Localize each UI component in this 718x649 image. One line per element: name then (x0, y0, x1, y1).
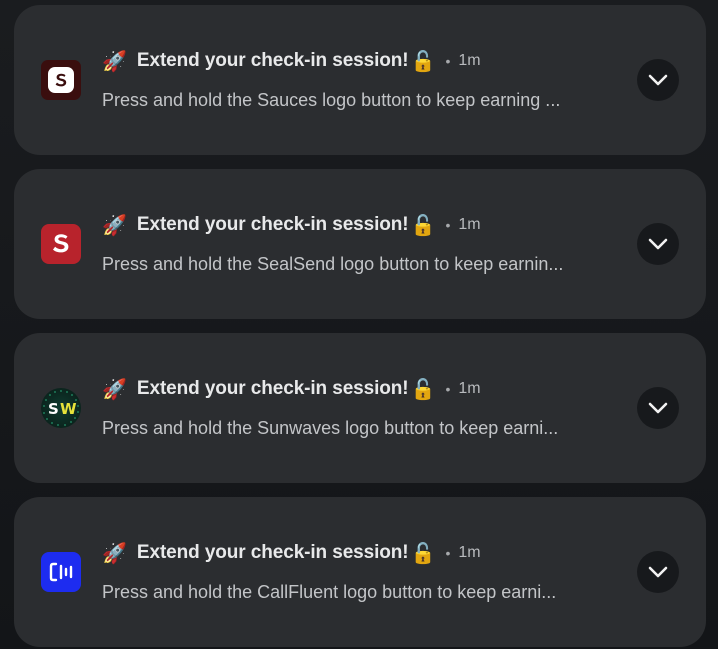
unlocked-padlock-icon: 🔓 (410, 541, 436, 565)
chevron-down-icon (648, 402, 668, 414)
sealsend-app-icon (41, 224, 81, 264)
notification-title: Extend your check-in session! (136, 542, 409, 563)
notification-card-sealsend[interactable]: 🚀 Extend your check-in session! 🔓 • 1m P… (14, 169, 706, 319)
notification-body: Press and hold the CallFluent logo butto… (102, 582, 557, 602)
notification-body: Press and hold the SealSend logo button … (102, 254, 564, 274)
rocket-icon: 🚀 (102, 377, 127, 401)
expand-button[interactable] (637, 551, 679, 593)
svg-text:S: S (48, 400, 59, 418)
separator-dot: • (445, 53, 451, 69)
notification-card-sauces[interactable]: 🚀 Extend your check-in session! 🔓 • 1m P… (14, 5, 706, 155)
sauces-app-icon (41, 60, 81, 100)
rocket-icon: 🚀 (102, 213, 127, 237)
chevron-down-icon (648, 238, 668, 250)
unlocked-padlock-icon: 🔓 (410, 213, 436, 237)
notification-time: 1m (458, 544, 481, 561)
chevron-down-icon (648, 74, 668, 86)
sunwaves-app-icon: S W (41, 388, 81, 428)
rocket-icon: 🚀 (102, 49, 127, 73)
notification-title: Extend your check-in session! (136, 378, 409, 399)
notification-time: 1m (458, 216, 481, 233)
notification-header: 🚀 Extend your check-in session! 🔓 • 1m (102, 376, 481, 402)
notification-title: Extend your check-in session! (136, 50, 409, 71)
notification-body: Press and hold the Sauces logo button to… (102, 90, 561, 110)
notification-header: 🚀 Extend your check-in session! 🔓 • 1m (102, 48, 481, 74)
expand-button[interactable] (637, 59, 679, 101)
notification-card-callfluent[interactable]: 🚀 Extend your check-in session! 🔓 • 1m P… (14, 497, 706, 647)
rocket-icon: 🚀 (102, 541, 127, 565)
notification-time: 1m (458, 380, 481, 397)
svg-text:W: W (60, 400, 77, 418)
notification-time: 1m (458, 52, 481, 69)
separator-dot: • (445, 545, 451, 561)
notification-list: 🚀 Extend your check-in session! 🔓 • 1m P… (14, 5, 706, 647)
separator-dot: • (445, 381, 451, 397)
unlocked-padlock-icon: 🔓 (410, 49, 436, 73)
unlocked-padlock-icon: 🔓 (410, 377, 436, 401)
notification-card-sunwaves[interactable]: S W 🚀 Extend your check-in session! 🔓 • … (14, 333, 706, 483)
expand-button[interactable] (637, 387, 679, 429)
notification-header: 🚀 Extend your check-in session! 🔓 • 1m (102, 540, 481, 566)
notification-title: Extend your check-in session! (136, 214, 409, 235)
notification-body: Press and hold the Sunwaves logo button … (102, 418, 559, 438)
chevron-down-icon (648, 566, 668, 578)
callfluent-app-icon (41, 552, 81, 592)
separator-dot: • (445, 217, 451, 233)
expand-button[interactable] (637, 223, 679, 265)
notification-header: 🚀 Extend your check-in session! 🔓 • 1m (102, 212, 481, 238)
